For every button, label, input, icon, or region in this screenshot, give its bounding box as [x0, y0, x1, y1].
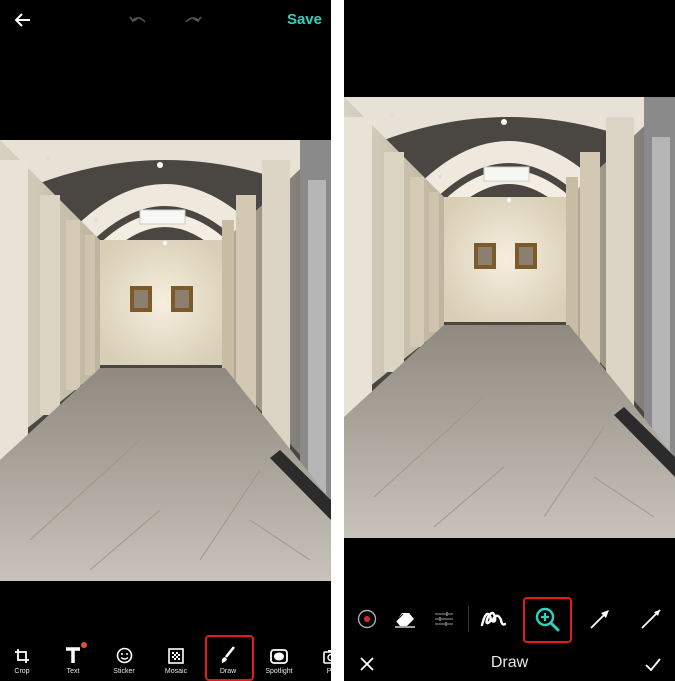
color-picker-icon [357, 609, 377, 629]
freehand-icon [480, 611, 507, 627]
crop-icon [15, 649, 29, 663]
camera-icon [323, 650, 331, 664]
tool-sticker[interactable]: Sticker [102, 638, 146, 681]
mosaic-icon [168, 648, 184, 664]
draw-footer: Draw [344, 646, 675, 681]
mode-title: Draw [490, 654, 529, 671]
tool-label: Sticker [113, 668, 135, 675]
straight-line-button[interactable] [638, 606, 664, 632]
tool-text[interactable]: Text [51, 638, 95, 681]
redo-icon [185, 16, 202, 23]
photo-canvas[interactable] [0, 140, 331, 581]
tool-label: Mosaic [164, 668, 188, 675]
tool-photo[interactable]: Ph [309, 638, 331, 681]
tool-spotlight[interactable]: Spotlight [257, 638, 301, 681]
back-button[interactable] [12, 10, 34, 30]
tool-label: Text [66, 668, 80, 675]
draw-tool-bar [344, 594, 675, 642]
redo-button[interactable] [183, 12, 203, 28]
freehand-button[interactable] [477, 604, 509, 634]
divider [468, 606, 469, 632]
arrow-line-button[interactable] [587, 606, 613, 632]
arrow-left-icon [15, 13, 30, 27]
photo-canvas[interactable] [344, 97, 675, 538]
draw-screen: Draw [344, 0, 675, 681]
arrow-line-icon [590, 610, 609, 629]
selection-highlight [523, 597, 572, 643]
eraser-icon [395, 613, 415, 628]
tool-label: Ph [326, 668, 331, 675]
adjust-sliders-icon [435, 612, 453, 626]
corridor-photo [344, 97, 675, 538]
smiley-icon [116, 647, 132, 664]
tool-label: Crop [14, 668, 30, 675]
top-bar: Save [0, 0, 331, 40]
adjust-button[interactable] [431, 606, 457, 632]
check-icon [645, 657, 661, 671]
color-button[interactable] [354, 606, 380, 632]
selection-highlight [205, 635, 254, 681]
undo-icon [129, 16, 146, 23]
tool-bar: Crop Text Sticker Mosaic Draw Spotlight … [0, 638, 331, 681]
tool-label: Spotlight [265, 668, 293, 675]
text-icon [66, 647, 80, 663]
undo-button[interactable] [128, 12, 148, 28]
editor-screen: Save Crop Text Sticker Mosaic Draw Spotl… [0, 0, 331, 681]
straight-line-icon [641, 609, 661, 629]
tool-crop[interactable]: Crop [0, 638, 44, 681]
notification-dot [81, 642, 87, 648]
spotlight-icon [270, 649, 288, 664]
corridor-photo [0, 140, 331, 581]
confirm-button[interactable] [643, 655, 663, 673]
eraser-button[interactable] [392, 606, 418, 632]
tool-mosaic[interactable]: Mosaic [154, 638, 198, 681]
save-button[interactable]: Save [287, 11, 322, 28]
